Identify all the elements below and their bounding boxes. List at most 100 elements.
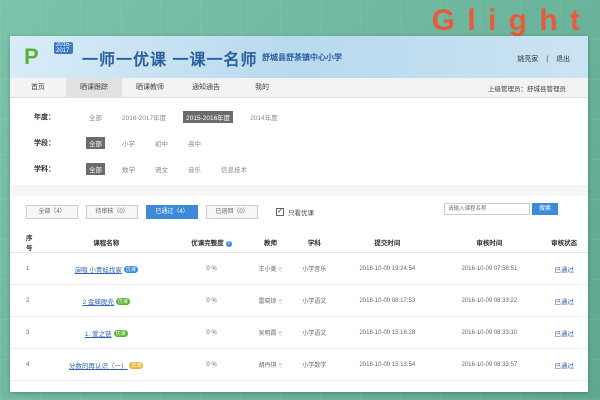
subject-option-music[interactable]: 音乐	[185, 163, 204, 175]
logout-link[interactable]: 退出	[556, 56, 570, 63]
header-completeness-label: 优课完整度	[191, 240, 224, 247]
excellent-only-checkbox[interactable]: ✓	[276, 208, 284, 216]
year-option-all[interactable]: 全部	[86, 111, 105, 123]
course-table: 序号 课程名称 优课完整度 i 教师 学科 提交时间 审核时间 审核状态 1 演唱…	[10, 232, 588, 381]
row-status: 已通过	[540, 348, 588, 381]
banner-title: 一师一优课 一课一名师	[82, 52, 258, 69]
stage-option-junior[interactable]: 初中	[152, 137, 171, 149]
site-logo[interactable]: P 2016-2017	[24, 42, 74, 72]
teacher-flag-icon: ▽	[278, 299, 283, 305]
row-completeness: 0 %	[174, 348, 249, 381]
row-reviewed: 2016-10-09 07:58:51	[438, 252, 541, 285]
nav-item-teachers[interactable]: 晒课教师	[122, 78, 178, 98]
excellent-badge: 优课	[113, 330, 128, 338]
info-icon[interactable]: i	[225, 241, 232, 247]
header-subject: 学科	[292, 232, 337, 253]
row-no: 2	[10, 284, 38, 317]
course-link[interactable]: 演唱 小青蛙找家	[75, 267, 122, 274]
row-subject: 小学音乐	[292, 252, 337, 285]
subject-option-chinese[interactable]: 语文	[152, 163, 171, 175]
stage-option-all[interactable]: 全部	[86, 137, 105, 149]
excellent-only-label: 只看优课	[288, 210, 314, 217]
row-completeness: 0 %	[174, 252, 249, 285]
status-link[interactable]: 已通过	[554, 299, 574, 306]
header-course: 课程名称	[38, 232, 175, 253]
subject-option-it[interactable]: 信息技术	[218, 163, 250, 175]
status-link[interactable]: 已通过	[554, 267, 574, 274]
filter-label-subject: 学科：	[34, 166, 55, 173]
row-teacher: 王小美 ▽	[248, 252, 293, 285]
course-link[interactable]: 1. 爱之链	[85, 331, 112, 338]
table-header-row: 序号 课程名称 优课完整度 i 教师 学科 提交时间 审核时间 审核状态	[10, 232, 588, 253]
header-reviewed: 审核时间	[438, 232, 541, 253]
search-button[interactable]: 搜索	[532, 203, 558, 215]
logo-years: 2016-2017	[54, 42, 74, 54]
course-search-input[interactable]	[444, 203, 530, 215]
logo-glyph: P	[24, 44, 39, 69]
filter-row-stage: 学段： 全部 小学 初中 高中	[34, 130, 588, 156]
row-subject: 小学数学	[292, 348, 337, 381]
divider-bar: |	[546, 56, 549, 63]
teacher-flag-icon: ▽	[278, 331, 283, 337]
teacher-name: 王小美	[258, 267, 277, 273]
row-teacher: 雷晓琼 ▽	[248, 284, 293, 317]
status-link[interactable]: 已通过	[554, 363, 574, 370]
year-option-2014[interactable]: 2014年度	[247, 111, 280, 123]
teacher-flag-icon: ▽	[278, 363, 283, 369]
main-nav: 首页 晒课跟踪 晒课教师 通知通告 我的 上级管理员：舒城县管理员	[10, 77, 588, 98]
row-course: 1. 爱之链 优课	[38, 316, 175, 349]
row-completeness: 0 %	[174, 284, 249, 317]
brand-watermark: G l i g h t	[431, 4, 582, 37]
teacher-name: 胡丹琪	[258, 363, 277, 369]
year-option-2016-2017[interactable]: 2016-2017年度	[119, 111, 169, 123]
subject-option-math[interactable]: 数学	[119, 163, 138, 175]
row-submitted: 2016-10-09 08:17:53	[336, 284, 439, 317]
row-course: 2 金蝉脱壳 优课	[38, 284, 175, 317]
row-no: 1	[10, 252, 38, 285]
tab-approved[interactable]: 已通过（4）	[146, 205, 198, 219]
table-row: 3 1. 爱之链 优课 0 % 吴明霞 ▽ 小学语文 2016-10-09 15:1…	[10, 316, 588, 349]
teacher-name: 吴明霞	[258, 331, 277, 337]
header-status: 审核状态	[540, 232, 588, 253]
header-no: 序号	[10, 232, 38, 253]
filter-row-subject: 学科： 全部 数学 语文 音乐 信息技术	[34, 156, 588, 182]
excellent-badge: 优课	[123, 266, 138, 274]
nav-item-mine[interactable]: 我的	[234, 78, 290, 98]
user-links: 姚亮家 | 退出	[511, 54, 570, 64]
school-name: 舒城县舒茶镇中心小学	[262, 53, 342, 62]
row-course: 分数的再认识（一） 优课	[38, 348, 175, 381]
row-submitted: 2016-10-09 15:16:28	[336, 316, 439, 349]
status-tabs: 全部（4） 待审核（0） 已通过（4） 已退回（0） ✓ 只看优课 搜索	[10, 196, 588, 222]
row-course: 演唱 小青蛙找家 优课	[38, 252, 175, 285]
tab-returned[interactable]: 已退回（0）	[206, 205, 258, 219]
subject-option-all[interactable]: 全部	[86, 163, 105, 175]
row-completeness: 0 %	[174, 316, 249, 349]
nav-item-home[interactable]: 首页	[10, 78, 66, 98]
row-reviewed: 2016-10-09 08:33:22	[438, 284, 541, 317]
nav-item-notices[interactable]: 通知通告	[178, 78, 234, 98]
filter-row-year: 年度： 全部 2016-2017年度 2015-2016年度 2014年度	[34, 104, 588, 130]
row-status: 已通过	[540, 284, 588, 317]
stage-option-primary[interactable]: 小学	[119, 137, 138, 149]
filter-panel: 年度： 全部 2016-2017年度 2015-2016年度 2014年度 学段…	[10, 98, 588, 182]
course-link[interactable]: 2 金蝉脱壳	[83, 299, 114, 306]
user-name-link[interactable]: 姚亮家	[517, 56, 538, 63]
nav-item-tracking[interactable]: 晒课跟踪	[66, 77, 122, 98]
status-link[interactable]: 已通过	[554, 331, 574, 338]
year-option-2015-2016[interactable]: 2015-2016年度	[183, 111, 234, 123]
filter-label-stage: 学段：	[34, 140, 55, 147]
row-teacher: 吴明霞 ▽	[248, 316, 293, 349]
course-link[interactable]: 分数的再认识（一）	[69, 363, 128, 370]
excellent-only-filter[interactable]: ✓ 只看优课	[276, 207, 314, 217]
tab-all[interactable]: 全部（4）	[26, 205, 78, 219]
row-reviewed: 2016-10-09 08:33:57	[438, 348, 541, 381]
section-divider	[10, 186, 588, 196]
filter-label-year: 年度：	[34, 114, 55, 121]
header-teacher: 教师	[248, 232, 293, 253]
stage-option-senior[interactable]: 高中	[185, 137, 204, 149]
row-status: 已通过	[540, 252, 588, 285]
row-reviewed: 2016-10-09 08:33:10	[438, 316, 541, 349]
teacher-flag-icon: ▽	[278, 267, 283, 273]
tab-pending[interactable]: 待审核（0）	[86, 205, 138, 219]
row-submitted: 2016-10-09 19:24:54	[336, 252, 439, 285]
